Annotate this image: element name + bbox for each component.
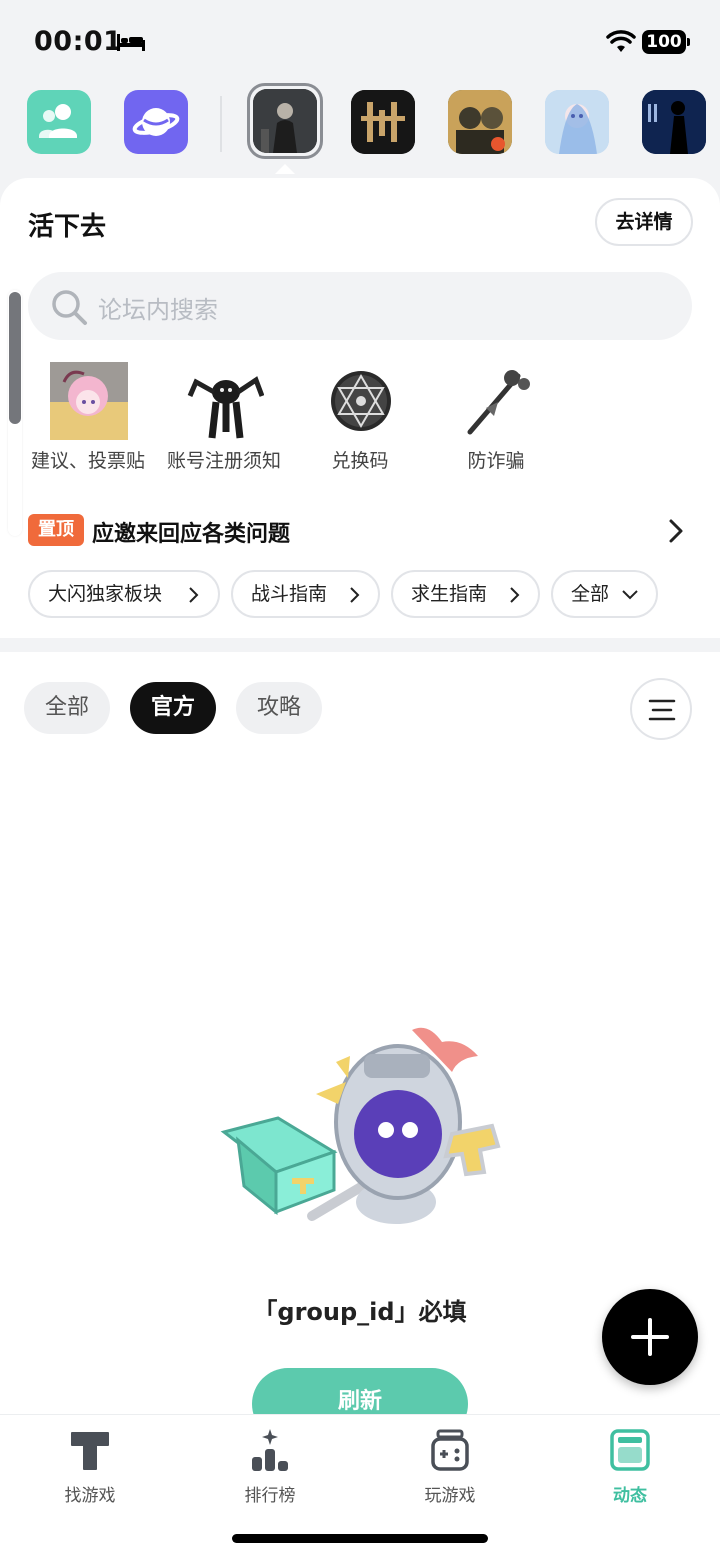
planet-app-icon[interactable] [124, 90, 188, 154]
knight-mascot-illustration [220, 1027, 501, 1224]
quick-link-label: 防诈骗 [467, 450, 525, 472]
tab-label: 玩游戏 [424, 1486, 476, 1506]
pubg-game-icon[interactable] [448, 90, 512, 154]
hammer-icon [71, 1432, 109, 1470]
sort-filter-button[interactable] [630, 678, 692, 740]
survive-game-icon[interactable] [253, 89, 317, 153]
plus-icon [631, 1318, 669, 1356]
feed-section: 全部 官方 攻略 「group_id」必填 刷新 [0, 652, 720, 1440]
filter-tab-guides[interactable]: 攻略 [236, 682, 322, 734]
detail-button[interactable]: 去详情 [595, 198, 693, 246]
status-bar: 00:01 100 [0, 0, 720, 80]
chevron-right-icon [189, 587, 199, 603]
chip-label: 求生指南 [411, 583, 488, 605]
chevron-right-icon [669, 519, 683, 543]
scroll-indicator[interactable] [8, 290, 22, 536]
wifi-icon [606, 30, 636, 52]
selected-pointer [275, 164, 295, 174]
anime-girl-image [50, 362, 128, 440]
tab-find-games[interactable]: 找游戏 [30, 1429, 150, 1509]
search-icon [52, 290, 87, 325]
forum-title: 活下去 [28, 212, 107, 242]
chip-exclusive-board[interactable]: 大闪独家板块 [28, 570, 220, 618]
quick-link-suggestions[interactable]: 建议、投票贴 [18, 358, 158, 478]
game-switcher-row [0, 83, 720, 174]
search-placeholder: 论坛内搜索 [98, 296, 218, 324]
battery-level: 100 [642, 30, 686, 54]
monster-image [187, 376, 264, 439]
tab-play-games[interactable]: 玩游戏 [390, 1429, 510, 1509]
tab-label: 动态 [613, 1486, 647, 1506]
chip-all-dropdown[interactable]: 全部 [551, 570, 658, 618]
code-et-game-icon[interactable] [642, 90, 706, 154]
forum-header-card: 活下去 去详情 论坛内搜索 建议、投票贴 账号注册须知 兑换码 防诈骗 置顶 应… [0, 178, 720, 638]
quick-link-antifraud[interactable]: 防诈骗 [426, 358, 566, 478]
tab-label: 找游戏 [64, 1486, 116, 1506]
home-indicator[interactable] [232, 1534, 488, 1543]
friends-app-icon[interactable] [27, 90, 91, 154]
chip-survival-guide[interactable]: 求生指南 [391, 570, 540, 618]
create-post-button[interactable] [602, 1289, 698, 1385]
bed-icon [117, 34, 145, 51]
weapon-image [467, 370, 530, 435]
quick-link-redeem[interactable]: 兑换码 [290, 358, 430, 478]
chip-label: 大闪独家板块 [48, 583, 163, 605]
divider [220, 96, 222, 152]
pinned-post[interactable]: 置顶 应邀来回应各类问题 [28, 512, 692, 550]
scroll-thumb[interactable] [9, 292, 21, 424]
tab-rankings[interactable]: 排行榜 [210, 1429, 330, 1509]
chip-label: 全部 [571, 583, 610, 605]
chevron-down-icon [622, 590, 638, 600]
battery-icon: 100 [642, 30, 690, 54]
game-icon-2[interactable] [351, 90, 415, 154]
hexagram-emblem-image [331, 371, 391, 431]
section-divider [0, 638, 720, 652]
filter-tab-all[interactable]: 全部 [24, 682, 110, 734]
quick-link-account[interactable]: 账号注册须知 [154, 358, 294, 478]
chevron-right-icon [350, 587, 360, 603]
pinned-badge: 置顶 [28, 514, 84, 546]
feed-icon [610, 1429, 650, 1471]
tab-label: 排行榜 [244, 1486, 296, 1506]
chip-label: 战斗指南 [251, 583, 328, 605]
menu-lines-icon [648, 699, 676, 721]
search-input[interactable]: 论坛内搜索 [28, 272, 692, 340]
filter-tab-official[interactable]: 官方 [130, 682, 216, 734]
chip-combat-guide[interactable]: 战斗指南 [231, 570, 380, 618]
podium-icon [252, 1429, 288, 1471]
quick-links: 建议、投票贴 账号注册须知 兑换码 防诈骗 [0, 358, 720, 478]
tab-activity[interactable]: 动态 [570, 1429, 690, 1509]
chevron-right-icon [510, 587, 520, 603]
pinned-title: 应邀来回应各类问题 [92, 522, 291, 547]
gamepad-icon [431, 1429, 469, 1471]
status-time: 00:01 [34, 26, 123, 57]
anime-game-icon[interactable] [545, 90, 609, 154]
